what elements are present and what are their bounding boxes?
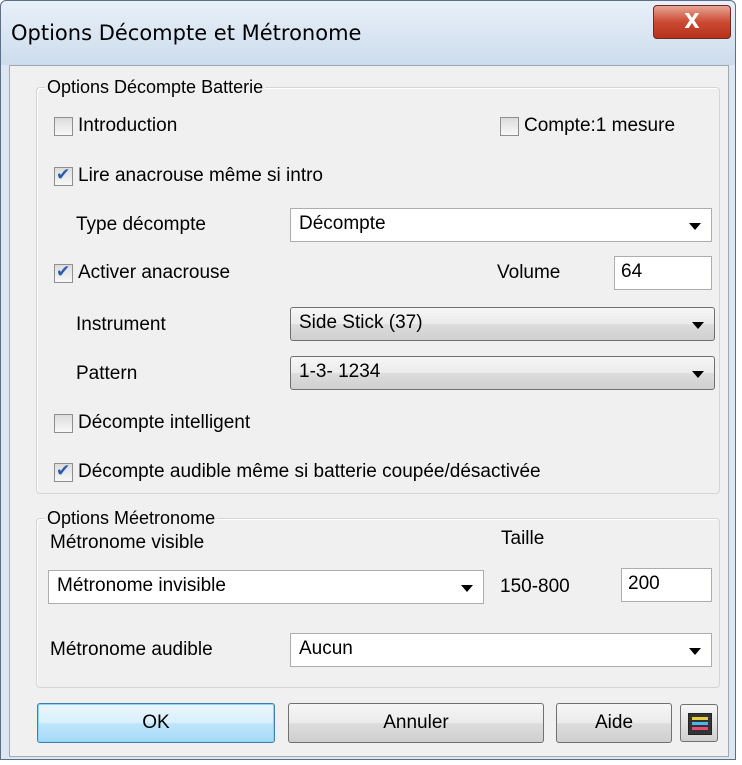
audible-count-label[interactable]: Décompte audible même si batterie coupée… (78, 460, 541, 484)
chevron-down-icon (461, 585, 473, 592)
count-type-select[interactable]: Décompte (290, 208, 712, 242)
count-type-label: Type décompte (76, 214, 206, 235)
read-pickup-label[interactable]: Lire anacrouse même si intro (78, 164, 323, 188)
chevron-down-icon (692, 322, 704, 329)
pattern-value: 1-3- 1234 (299, 361, 381, 382)
smart-count-checkbox[interactable] (54, 414, 73, 433)
read-pickup-checkbox[interactable] (54, 165, 73, 186)
dialog-client: Options Décompte Batterie Introduction C… (9, 65, 729, 757)
activate-pickup-checkbox[interactable] (54, 262, 73, 283)
ok-button[interactable]: OK (37, 703, 275, 743)
volume-label: Volume (497, 262, 561, 283)
instrument-select[interactable]: Side Stick (37) (290, 307, 715, 341)
metronome-options-legend: Options Méetronome (45, 508, 218, 528)
smart-count-label[interactable]: Décompte intelligent (78, 411, 250, 435)
help-button[interactable]: Aide (556, 703, 672, 743)
chevron-down-icon (689, 648, 701, 655)
dialog-window: Options Décompte et Métronome X Options … (0, 0, 736, 760)
metronome-audible-label: Métronome audible (50, 639, 213, 660)
metronome-visible-select[interactable]: Métronome invisible (48, 570, 484, 604)
size-range-label: 150-800 (500, 576, 570, 597)
size-input[interactable]: 200 (621, 568, 712, 602)
volume-value: 64 (621, 261, 643, 282)
audible-count-checkbox[interactable] (54, 461, 73, 482)
pattern-select[interactable]: 1-3- 1234 (290, 356, 715, 390)
introduction-checkbox[interactable] (54, 117, 73, 136)
drum-options-legend: Options Décompte Batterie (45, 77, 266, 97)
cancel-button[interactable]: Annuler (288, 703, 544, 743)
volume-input[interactable]: 64 (614, 256, 712, 290)
window-title: Options Décompte et Métronome (11, 21, 362, 45)
metronome-visible-label: Métronome visible (50, 532, 205, 553)
activate-pickup-label[interactable]: Activer anacrouse (78, 261, 230, 285)
keyboard-button[interactable] (680, 704, 718, 742)
pattern-label: Pattern (76, 363, 138, 384)
count-type-value: Décompte (299, 213, 386, 234)
chevron-down-icon (689, 223, 701, 230)
close-button[interactable]: X (653, 5, 731, 39)
size-label: Taille (501, 528, 545, 549)
size-value: 200 (628, 573, 660, 594)
count-one-bar-checkbox[interactable] (500, 117, 519, 136)
count-one-bar-label[interactable]: Compte:1 mesure (524, 114, 675, 138)
keyboard-icon (688, 713, 712, 735)
chevron-down-icon (692, 371, 704, 378)
title-bar[interactable]: Options Décompte et Métronome X (1, 1, 735, 65)
introduction-label[interactable]: Introduction (78, 114, 177, 138)
drum-options-group: Options Décompte Batterie Introduction C… (36, 77, 720, 494)
instrument-value: Side Stick (37) (299, 312, 423, 333)
metronome-audible-value: Aucun (299, 638, 353, 659)
metronome-visible-value: Métronome invisible (57, 575, 226, 596)
instrument-label: Instrument (76, 314, 166, 335)
metronome-options-group: Options Méetronome Métronome visible Tai… (36, 508, 720, 688)
metronome-audible-select[interactable]: Aucun (290, 633, 712, 667)
